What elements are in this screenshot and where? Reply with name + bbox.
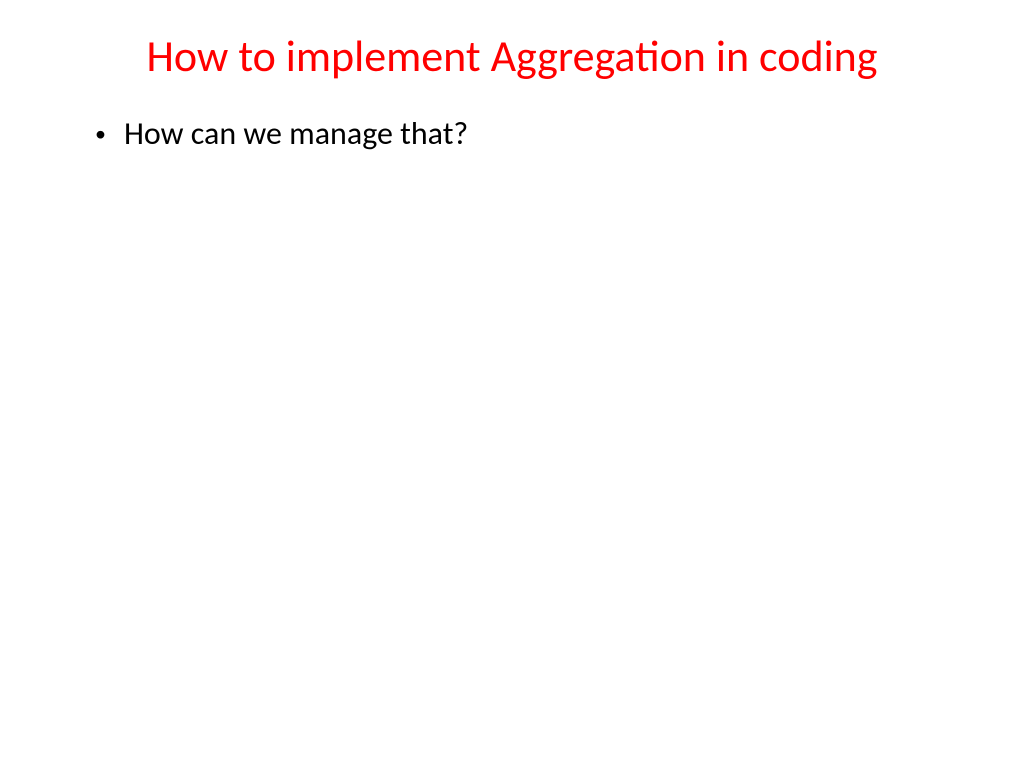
bullet-marker-icon: • [95,113,106,155]
bullet-item: • How can we manage that? [95,113,929,155]
slide-content: • How can we manage that? [0,113,1024,155]
slide-title: How to implement Aggregation in coding [0,30,1024,83]
slide-container: How to implement Aggregation in coding •… [0,0,1024,768]
bullet-text: How can we manage that? [124,113,468,155]
